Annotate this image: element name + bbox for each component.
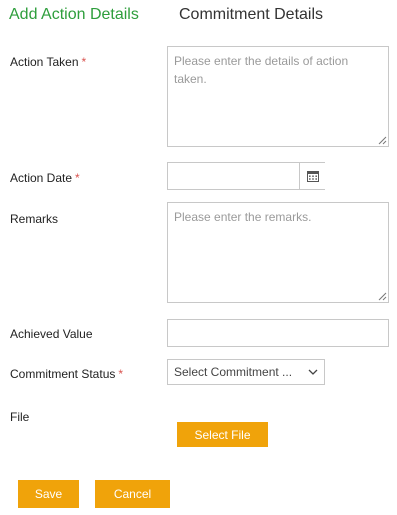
save-button[interactable]: Save — [18, 480, 79, 508]
action-taken-label-text: Action Taken — [10, 55, 79, 69]
cancel-button[interactable]: Cancel — [95, 480, 170, 508]
commitment-status-selected: Select Commitment ... — [174, 365, 293, 379]
action-date-label: Action Date * — [10, 171, 80, 185]
required-marker: * — [75, 171, 80, 185]
achieved-value-label: Achieved Value — [10, 327, 93, 341]
chevron-down-icon — [308, 369, 318, 375]
remarks-label: Remarks — [10, 212, 59, 226]
select-file-button[interactable]: Select File — [177, 422, 268, 447]
commitment-status-label-text: Commitment Status — [10, 367, 116, 381]
calendar-button[interactable] — [299, 163, 326, 189]
required-marker: * — [118, 367, 124, 381]
action-taken-textarea[interactable] — [167, 46, 389, 147]
required-marker: * — [81, 55, 87, 69]
calendar-icon — [307, 171, 319, 182]
achieved-value-input[interactable] — [167, 319, 389, 347]
commitment-status-label: Commitment Status * — [10, 367, 123, 381]
file-label: File — [10, 410, 30, 424]
action-taken-label: Action Taken * — [10, 55, 86, 69]
commitment-status-select[interactable]: Select Commitment ... — [167, 359, 325, 385]
tab-add-action-details[interactable]: Add Action Details — [9, 6, 139, 24]
tab-commitment-details[interactable]: Commitment Details — [179, 6, 323, 24]
remarks-textarea[interactable] — [167, 202, 389, 303]
action-date-label-text: Action Date — [10, 171, 73, 185]
